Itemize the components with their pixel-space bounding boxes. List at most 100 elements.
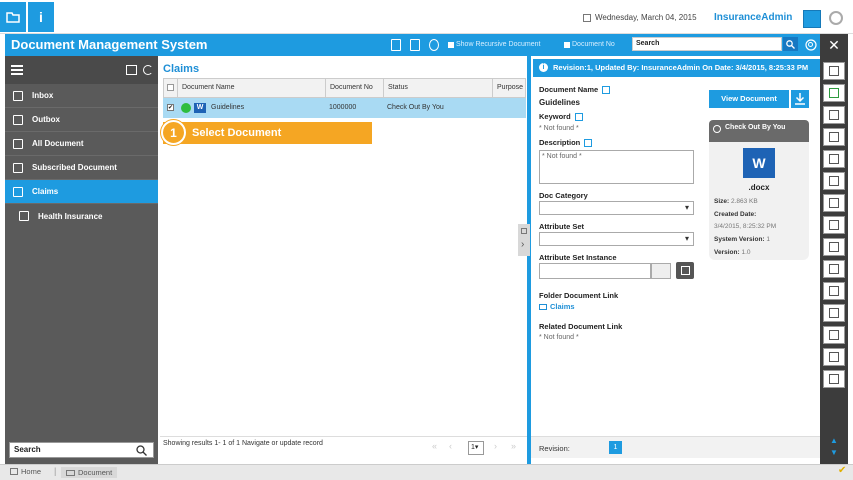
column-header-status[interactable]: Status	[384, 79, 493, 97]
grid-footer: Showing results 1- 1 of 1 Navigate or up…	[160, 436, 527, 458]
column-header-document-no[interactable]: Document No	[326, 79, 384, 97]
chevron-right-icon: ›	[521, 239, 525, 250]
status-dot-icon	[181, 103, 191, 113]
key-tool-button[interactable]	[823, 150, 845, 168]
select-all-checkbox[interactable]	[164, 79, 178, 97]
rss-tool-button[interactable]	[823, 282, 845, 300]
document-no-checkbox[interactable]: Document No	[564, 41, 615, 48]
breadcrumb-home[interactable]: Home	[10, 467, 41, 476]
envelope-icon	[829, 220, 839, 230]
attribute-set-instance-input[interactable]	[539, 263, 651, 279]
email-tool-button[interactable]	[823, 216, 845, 234]
sidebar-item-all-document[interactable]: All Document	[5, 132, 158, 156]
avatar[interactable]	[803, 10, 821, 28]
edit-tool-button[interactable]	[823, 62, 845, 80]
copy-tool-button[interactable]	[823, 194, 845, 212]
scroll-down-icon[interactable]: ▼	[830, 448, 838, 457]
folder-icon	[19, 211, 29, 221]
history-icon	[829, 264, 839, 274]
save-button[interactable]	[676, 262, 694, 279]
scroll-up-icon[interactable]: ▲	[830, 436, 838, 445]
hamburger-icon[interactable]	[11, 65, 23, 75]
delete-tool-button[interactable]	[823, 128, 845, 146]
info-icon: i	[539, 63, 548, 72]
tutorial-callout: Select Document	[163, 122, 372, 144]
search-button[interactable]	[783, 37, 798, 51]
refresh-history-icon[interactable]	[429, 39, 439, 51]
upload-icon	[829, 330, 839, 340]
system-version: System Version: 1	[714, 236, 771, 243]
edit-icon[interactable]	[584, 139, 593, 148]
sidebar-item-label: Inbox	[32, 91, 54, 100]
search-icon[interactable]	[136, 445, 147, 456]
comment-tool-button[interactable]	[823, 238, 845, 256]
keyword-value: * Not found *	[539, 125, 579, 132]
word-file-icon[interactable]: W	[743, 148, 775, 178]
download-icon	[795, 93, 805, 105]
hierarchy-tool-button[interactable]	[823, 370, 845, 388]
cell-status: Check Out By You	[387, 104, 444, 111]
rss-icon	[829, 286, 839, 296]
revision-page-button[interactable]: 1	[609, 441, 622, 454]
refresh-icon[interactable]	[143, 65, 153, 75]
document-name-value: Guidelines	[539, 98, 580, 107]
sidebar-item-outbox[interactable]: Outbox	[5, 108, 158, 132]
file-version: Version: 1.0	[714, 249, 751, 256]
edit-icon[interactable]	[602, 86, 611, 95]
description-textarea[interactable]: * Not found *	[539, 150, 694, 184]
sidebar-item-claims[interactable]: Claims	[5, 180, 158, 204]
upload-tool-button[interactable]	[823, 106, 845, 124]
attribute-set-select[interactable]	[539, 232, 694, 246]
folder-icon-button[interactable]	[0, 2, 26, 32]
close-button[interactable]: ✕	[820, 34, 848, 56]
upload-tool-button-2[interactable]	[823, 326, 845, 344]
row-checkbox[interactable]: ✔	[167, 104, 174, 111]
info-icon-button[interactable]: i	[28, 2, 54, 32]
doc-category-select[interactable]	[539, 201, 694, 215]
folder-icon	[13, 186, 23, 197]
sidebar-item-subscribed-document[interactable]: Subscribed Document	[5, 156, 158, 180]
upload-document-icon[interactable]	[410, 39, 420, 51]
new-folder-icon[interactable]	[126, 65, 137, 75]
table-row[interactable]: ✔ W Guidelines 1000000 Check Out By You	[163, 98, 526, 118]
checkin-tool-button[interactable]	[823, 84, 845, 102]
edit-icon[interactable]	[574, 113, 583, 122]
export-tool-button[interactable]	[823, 172, 845, 190]
status-bar: Home | Document ✔	[0, 464, 853, 480]
power-icon[interactable]	[829, 11, 843, 25]
download-button[interactable]	[791, 90, 809, 108]
page-select-value: 1	[471, 444, 475, 451]
document-detail-pane: Revision:1, Updated By: InsuranceAdmin O…	[531, 56, 820, 464]
history-tool-button[interactable]	[823, 260, 845, 278]
sidebar-item-label: Health Insurance	[38, 211, 103, 221]
close-icon: ✕	[828, 36, 840, 53]
doc-category-label: Doc Category	[539, 191, 588, 200]
sidebar: Inbox Outbox All Document Subscribed Doc…	[5, 56, 158, 464]
calendar-icon	[583, 13, 591, 22]
lookup-icon[interactable]	[651, 263, 671, 279]
folder-icon	[66, 469, 75, 476]
sidebar-search-input[interactable]: Search	[9, 442, 154, 458]
next-page-icon[interactable]: ›	[494, 441, 497, 451]
download-tool-button[interactable]	[823, 348, 845, 366]
word-file-letter: W	[752, 155, 766, 171]
splitter-handle[interactable]: ›	[518, 224, 530, 256]
username[interactable]: InsuranceAdmin	[714, 12, 792, 23]
view-document-button[interactable]: View Document	[709, 90, 789, 108]
export-file-icon	[829, 176, 839, 186]
search-input[interactable]: Search	[632, 37, 782, 51]
prev-page-icon[interactable]: ‹	[449, 441, 452, 451]
sidebar-item-inbox[interactable]: Inbox	[5, 84, 158, 108]
page-select[interactable]: 1▾	[468, 441, 484, 455]
last-page-icon[interactable]: »	[511, 441, 516, 451]
pages-tool-button[interactable]	[823, 304, 845, 322]
folder-link[interactable]: Claims	[539, 302, 575, 311]
new-document-icon[interactable]	[391, 39, 401, 51]
column-header-document-name[interactable]: Document Name	[178, 79, 326, 97]
column-header-purpose[interactable]: Purpose	[493, 79, 527, 97]
advanced-search-button[interactable]	[803, 37, 818, 52]
first-page-icon[interactable]: «	[432, 441, 437, 451]
show-recursive-checkbox[interactable]: Show Recursive Document	[448, 41, 540, 48]
sidebar-item-health-insurance[interactable]: Health Insurance	[5, 204, 158, 228]
breadcrumb-document[interactable]: Document	[61, 467, 118, 478]
